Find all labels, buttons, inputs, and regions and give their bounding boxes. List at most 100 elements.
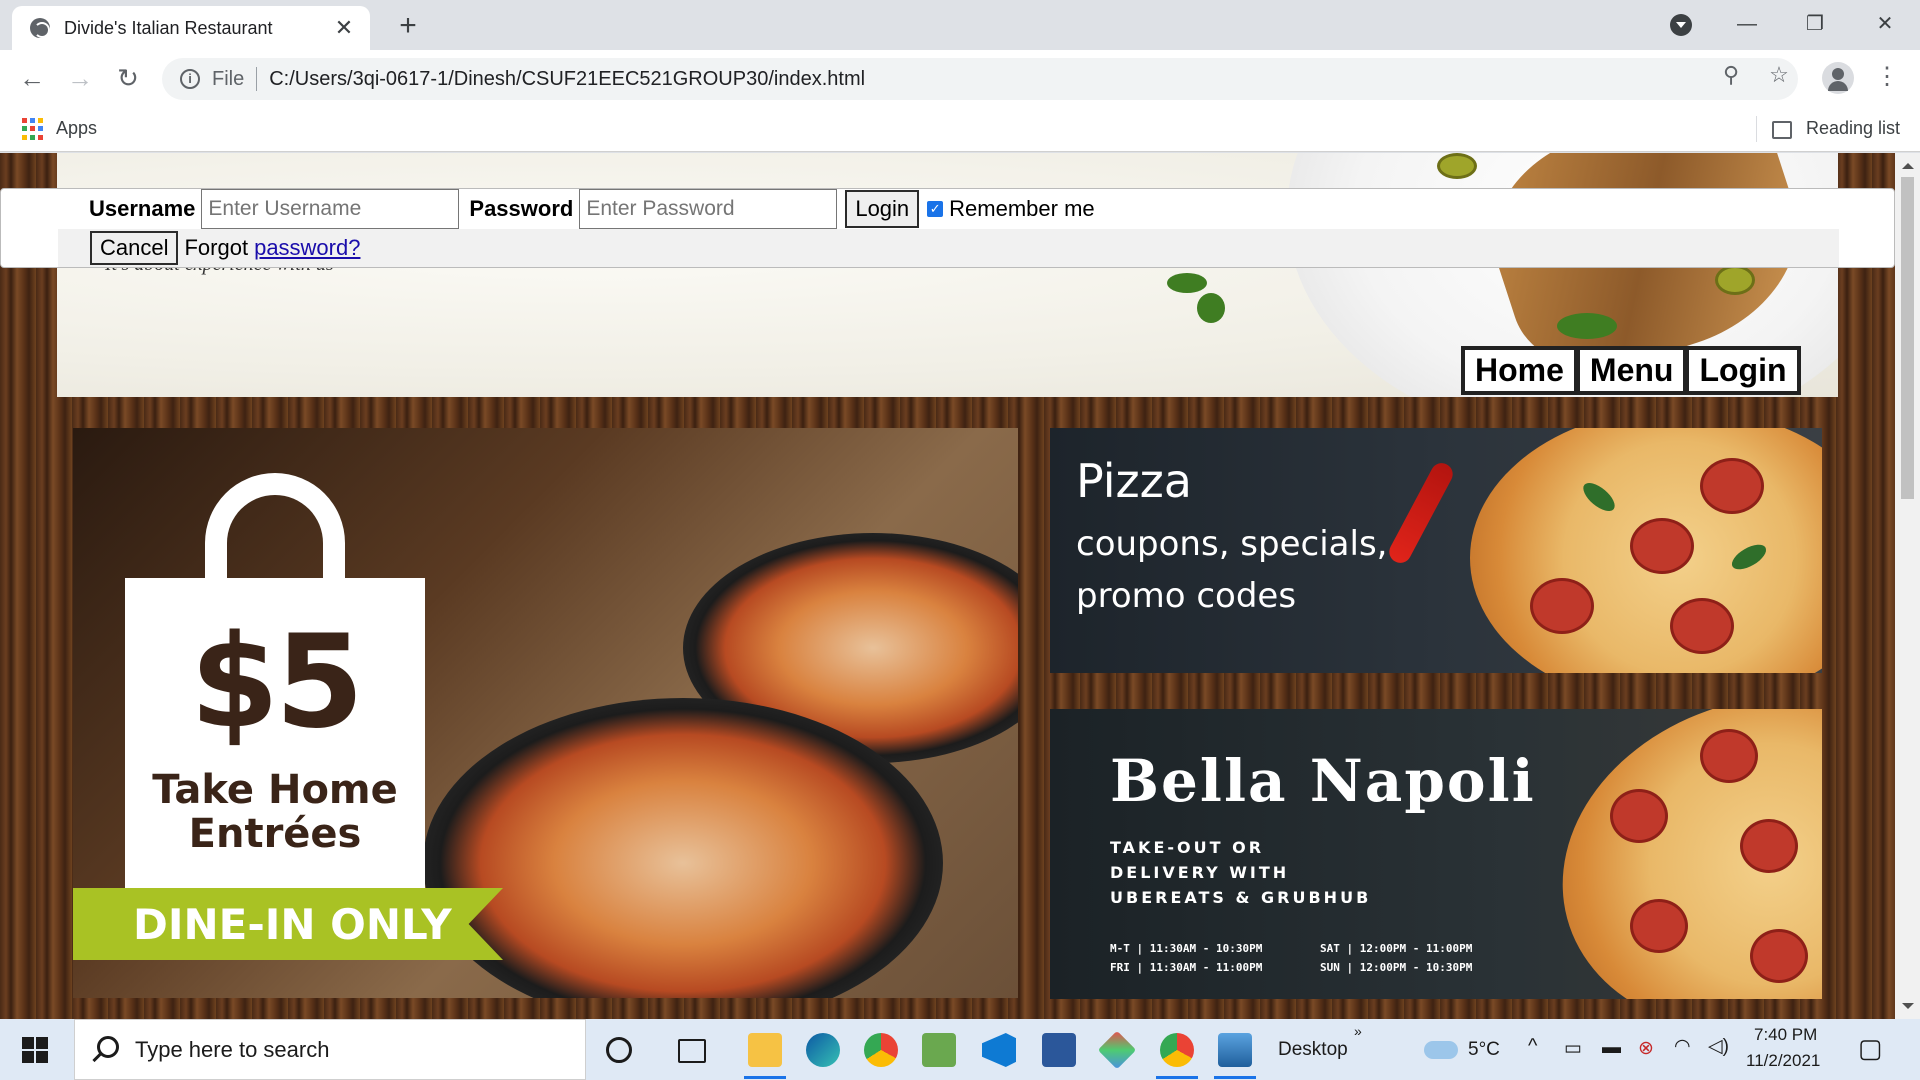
clock-date[interactable]: 11/2/2021: [1746, 1051, 1820, 1071]
browser-tab[interactable]: Divide's Italian Restaurant ✕: [12, 6, 370, 50]
pizza-title: Pizza: [1076, 454, 1192, 508]
app-icon[interactable]: [1097, 1030, 1137, 1070]
chrome-icon[interactable]: [1160, 1033, 1194, 1067]
star-icon[interactable]: ☆: [1764, 62, 1794, 88]
file-explorer-icon[interactable]: [748, 1033, 782, 1067]
url-scheme: File: [212, 67, 245, 90]
delivery-info: TAKE-OUT OR DELIVERY WITH UBEREATS & GRU…: [1110, 835, 1371, 910]
apps-grid-icon[interactable]: [22, 118, 44, 140]
reading-list-icon[interactable]: [1772, 121, 1792, 139]
notepad-icon[interactable]: [922, 1033, 956, 1067]
reading-list-button[interactable]: Reading list: [1806, 118, 1900, 139]
clock-time[interactable]: 7:40 PM: [1754, 1025, 1817, 1045]
delivery-line-3: UBEREATS & GRUBHUB: [1110, 888, 1372, 907]
browser-tabstrip: Divide's Italian Restaurant ✕ + — ❐ ✕: [0, 0, 1920, 50]
chrome-icon[interactable]: [864, 1033, 898, 1067]
remember-me[interactable]: ✓ Remember me: [927, 196, 1095, 222]
tomato-slice-image: [1700, 458, 1764, 514]
delivery-line-2: DELIVERY WITH: [1110, 863, 1290, 882]
active-app-indicator: [1156, 1076, 1198, 1079]
notifications-icon[interactable]: ▢: [1858, 1033, 1883, 1064]
photos-icon[interactable]: [1218, 1033, 1252, 1067]
desktop-toolbar[interactable]: Desktop: [1278, 1039, 1348, 1061]
volume-icon[interactable]: ◁): [1708, 1035, 1729, 1058]
tab-search-icon[interactable]: [1670, 14, 1692, 36]
login-fields-row: Username Password Login ✓ Remember me: [89, 189, 1095, 229]
close-tab-icon[interactable]: ✕: [332, 15, 356, 41]
restore-icon[interactable]: ❐: [1790, 4, 1840, 44]
cortana-icon[interactable]: [606, 1037, 632, 1063]
bella-napoli-title: Bella Napoli: [1110, 747, 1536, 815]
network-error-icon[interactable]: ⊗: [1638, 1037, 1654, 1060]
bella-napoli-promo[interactable]: Bella Napoli TAKE-OUT OR DELIVERY WITH U…: [1050, 709, 1822, 999]
cancel-button[interactable]: Cancel: [90, 231, 179, 265]
address-bar[interactable]: i File C:/Users/3qi-0617-1/Dinesh/CSUF21…: [162, 58, 1798, 100]
task-view-icon[interactable]: [678, 1039, 706, 1063]
tomato-slice-image: [1630, 518, 1694, 574]
hours-weekend: SAT | 12:00PM - 11:00PM SUN | 12:00PM - …: [1320, 939, 1472, 977]
scroll-down-icon[interactable]: [1902, 1003, 1914, 1015]
login-actions-row: Cancel Forgot password?: [58, 229, 1839, 267]
chevron-double-right-icon[interactable]: »: [1354, 1023, 1362, 1039]
chevron-up-icon[interactable]: ^: [1528, 1035, 1537, 1058]
password-input[interactable]: [579, 189, 838, 229]
kebab-menu-icon[interactable]: ⋮: [1872, 60, 1902, 94]
battery-icon[interactable]: ▬: [1602, 1037, 1621, 1059]
edge-icon[interactable]: [806, 1033, 840, 1067]
hours-line: SAT | 12:00PM - 11:00PM: [1320, 942, 1473, 955]
taskbar-search[interactable]: Type here to search: [74, 1019, 586, 1080]
window-close-icon[interactable]: ✕: [1860, 4, 1910, 44]
olive-image: [1437, 153, 1477, 179]
wifi-icon[interactable]: ◠: [1674, 1035, 1691, 1058]
page-scrollbar[interactable]: [1895, 153, 1920, 1019]
profile-icon[interactable]: [1822, 62, 1854, 94]
pepperoni-image: [1750, 929, 1808, 983]
weather-cloud-icon[interactable]: [1424, 1041, 1458, 1059]
apps-bookmark[interactable]: Apps: [56, 118, 97, 139]
taskbar-search-placeholder: Type here to search: [135, 1036, 330, 1062]
nav-home-link[interactable]: Home: [1463, 348, 1576, 393]
active-app-indicator: [744, 1076, 786, 1079]
temperature[interactable]: 5°C: [1468, 1039, 1500, 1061]
remember-me-label: Remember me: [949, 196, 1095, 221]
promo-text: Take Home Entrées: [125, 768, 425, 856]
reload-icon[interactable]: ↻: [112, 62, 144, 94]
pepperoni-image: [1630, 899, 1688, 953]
hours-line: SUN | 12:00PM - 10:30PM: [1320, 961, 1473, 974]
checkbox-checked-icon[interactable]: ✓: [927, 201, 944, 217]
pizza-subtitle-line-2: promo codes: [1076, 576, 1297, 616]
scroll-up-icon[interactable]: [1902, 157, 1914, 169]
nav-menu-link[interactable]: Menu: [1577, 348, 1686, 393]
minimize-icon[interactable]: —: [1722, 4, 1772, 44]
promo-price: $5: [189, 608, 364, 757]
ribbon-text: DINE-IN ONLY: [133, 900, 452, 949]
tomato-slice-image: [1530, 578, 1594, 634]
take-home-bag: $5 Take Home Entrées: [125, 578, 425, 923]
windows-start-icon[interactable]: [22, 1037, 48, 1063]
login-form: Username Password Login ✓ Remember me Ca…: [0, 188, 1895, 268]
device-icon[interactable]: ▭: [1564, 1037, 1582, 1060]
page-viewport: It's about experience with us Home Menu …: [0, 153, 1920, 1019]
login-button[interactable]: Login: [845, 190, 920, 228]
pizza-promo[interactable]: Pizza coupons, specials, promo codes: [1050, 428, 1822, 673]
info-icon[interactable]: i: [180, 69, 200, 89]
search-icon: [97, 1036, 119, 1058]
vscode-icon[interactable]: [982, 1033, 1016, 1067]
delivery-line-1: TAKE-OUT OR: [1110, 838, 1265, 857]
forgot-password-link[interactable]: password?: [254, 235, 360, 261]
forward-arrow-icon[interactable]: →: [64, 62, 96, 94]
pizza-subtitle-line-1: coupons, specials,: [1076, 524, 1388, 564]
browser-toolbar: ← → ↻ i File C:/Users/3qi-0617-1/Dinesh/…: [0, 50, 1920, 106]
word-icon[interactable]: [1042, 1033, 1076, 1067]
new-tab-icon[interactable]: +: [392, 8, 424, 44]
hours-line: FRI | 11:30AM - 11:00PM: [1110, 961, 1263, 974]
take-home-promo[interactable]: $5 Take Home Entrées DINE-IN ONLY: [73, 428, 1018, 998]
zoom-icon[interactable]: ⚲: [1716, 62, 1746, 88]
password-label: Password: [469, 196, 574, 221]
back-arrow-icon[interactable]: ←: [16, 62, 48, 94]
url-text[interactable]: C:/Users/3qi-0617-1/Dinesh/CSUF21EEC521G…: [269, 68, 865, 91]
username-input[interactable]: [201, 189, 460, 229]
scroll-thumb[interactable]: [1901, 177, 1914, 499]
nav-login-link[interactable]: Login: [1687, 348, 1799, 393]
username-label: Username: [89, 196, 196, 221]
